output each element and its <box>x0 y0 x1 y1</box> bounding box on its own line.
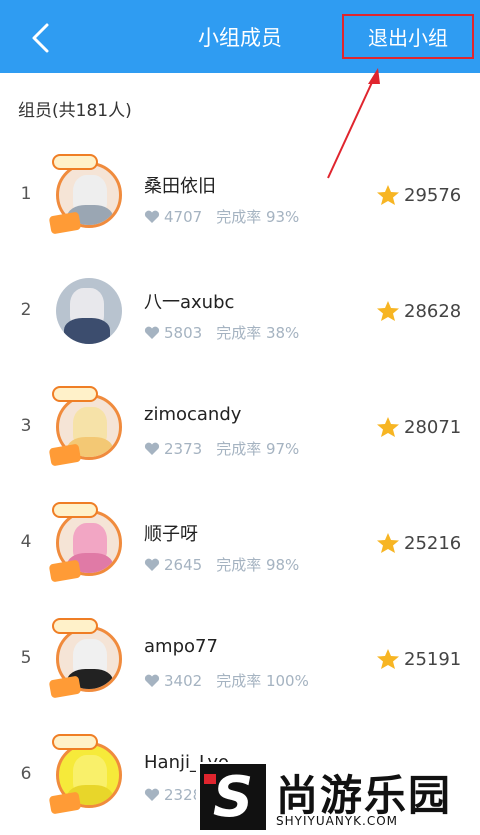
member-row[interactable]: 2 八一axubc 5803 完成率 38% 28628 <box>0 252 480 368</box>
heart-icon <box>144 442 160 455</box>
member-stats: 3402 完成率 100% <box>144 670 309 691</box>
avatar-badge <box>52 618 98 634</box>
completion-rate: 完成率 93% <box>216 208 300 226</box>
rank-number: 5 <box>20 648 32 668</box>
member-name: 八一axubc <box>144 292 235 313</box>
likes-count: 2645 <box>164 555 203 574</box>
avatar-tag <box>48 675 82 699</box>
completion-rate: 完成率 38% <box>216 324 300 342</box>
star-icon <box>377 301 399 321</box>
avatar-tag <box>48 443 82 467</box>
watermark-url: SHYIYUANYK.COM <box>276 814 398 828</box>
avatar-tag <box>48 559 82 583</box>
score: 29576 <box>376 184 461 206</box>
star-icon <box>377 185 399 205</box>
heart-icon <box>144 674 160 687</box>
rank-number: 2 <box>20 300 32 320</box>
heart-icon <box>144 558 160 571</box>
score: 25216 <box>376 532 461 554</box>
score: 28071 <box>376 416 461 438</box>
score-value: 29576 <box>404 184 462 206</box>
avatar-badge <box>52 734 98 750</box>
avatar-badge <box>52 154 98 170</box>
likes-count: 3402 <box>164 671 203 690</box>
heart-icon <box>144 788 160 801</box>
score: 25191 <box>376 648 461 670</box>
likes-count: 4707 <box>164 207 203 226</box>
star-icon <box>377 649 399 669</box>
avatar-badge <box>52 502 98 518</box>
score: 28628 <box>376 300 461 322</box>
member-row[interactable]: 3 zimocandy 2373 完成率 97% 28071 <box>0 368 480 484</box>
member-name: ampo77 <box>144 636 218 657</box>
top-bar: 小组成员 退出小组 <box>0 0 480 73</box>
member-stats: 2373 完成率 97% <box>144 438 299 459</box>
watermark-logo: S 尚游乐园 SHYIYUANYK.COM <box>196 762 480 835</box>
member-stats: 5803 完成率 38% <box>144 322 299 343</box>
member-row[interactable]: 5 ampo77 3402 完成率 100% 25191 <box>0 600 480 716</box>
completion-rate: 完成率 100% <box>216 672 309 690</box>
quit-group-button[interactable]: 退出小组 <box>342 14 474 59</box>
member-row[interactable]: 4 顺子呀 2645 完成率 98% 25216 <box>0 484 480 600</box>
completion-rate: 完成率 97% <box>216 440 300 458</box>
score-value: 25191 <box>404 648 462 670</box>
member-name: 桑田依旧 <box>144 176 216 197</box>
avatar-tag <box>48 791 82 815</box>
heart-icon <box>144 326 160 339</box>
member-name: zimocandy <box>144 404 242 425</box>
avatar[interactable] <box>56 278 122 344</box>
star-icon <box>377 533 399 553</box>
rank-number: 3 <box>20 416 32 436</box>
members-count-heading: 组员(共181人) <box>18 101 132 121</box>
avatar-badge <box>52 386 98 402</box>
completion-rate: 完成率 98% <box>216 556 300 574</box>
member-row[interactable]: 1 桑田依旧 4707 完成率 93% 29576 <box>0 136 480 252</box>
score-value: 28628 <box>404 300 462 322</box>
rank-number: 1 <box>20 184 32 204</box>
likes-count: 2373 <box>164 439 203 458</box>
rank-number: 4 <box>20 532 32 552</box>
member-name: 顺子呀 <box>144 524 198 545</box>
watermark-letter: S <box>212 764 254 830</box>
member-stats: 2645 完成率 98% <box>144 554 299 575</box>
rank-number: 6 <box>20 764 32 784</box>
star-icon <box>377 417 399 437</box>
watermark-s-icon: S <box>200 764 266 830</box>
avatar-tag <box>48 211 82 235</box>
likes-count: 5803 <box>164 323 203 342</box>
heart-icon <box>144 210 160 223</box>
score-value: 25216 <box>404 532 462 554</box>
score-value: 28071 <box>404 416 462 438</box>
member-stats: 4707 完成率 93% <box>144 206 299 227</box>
